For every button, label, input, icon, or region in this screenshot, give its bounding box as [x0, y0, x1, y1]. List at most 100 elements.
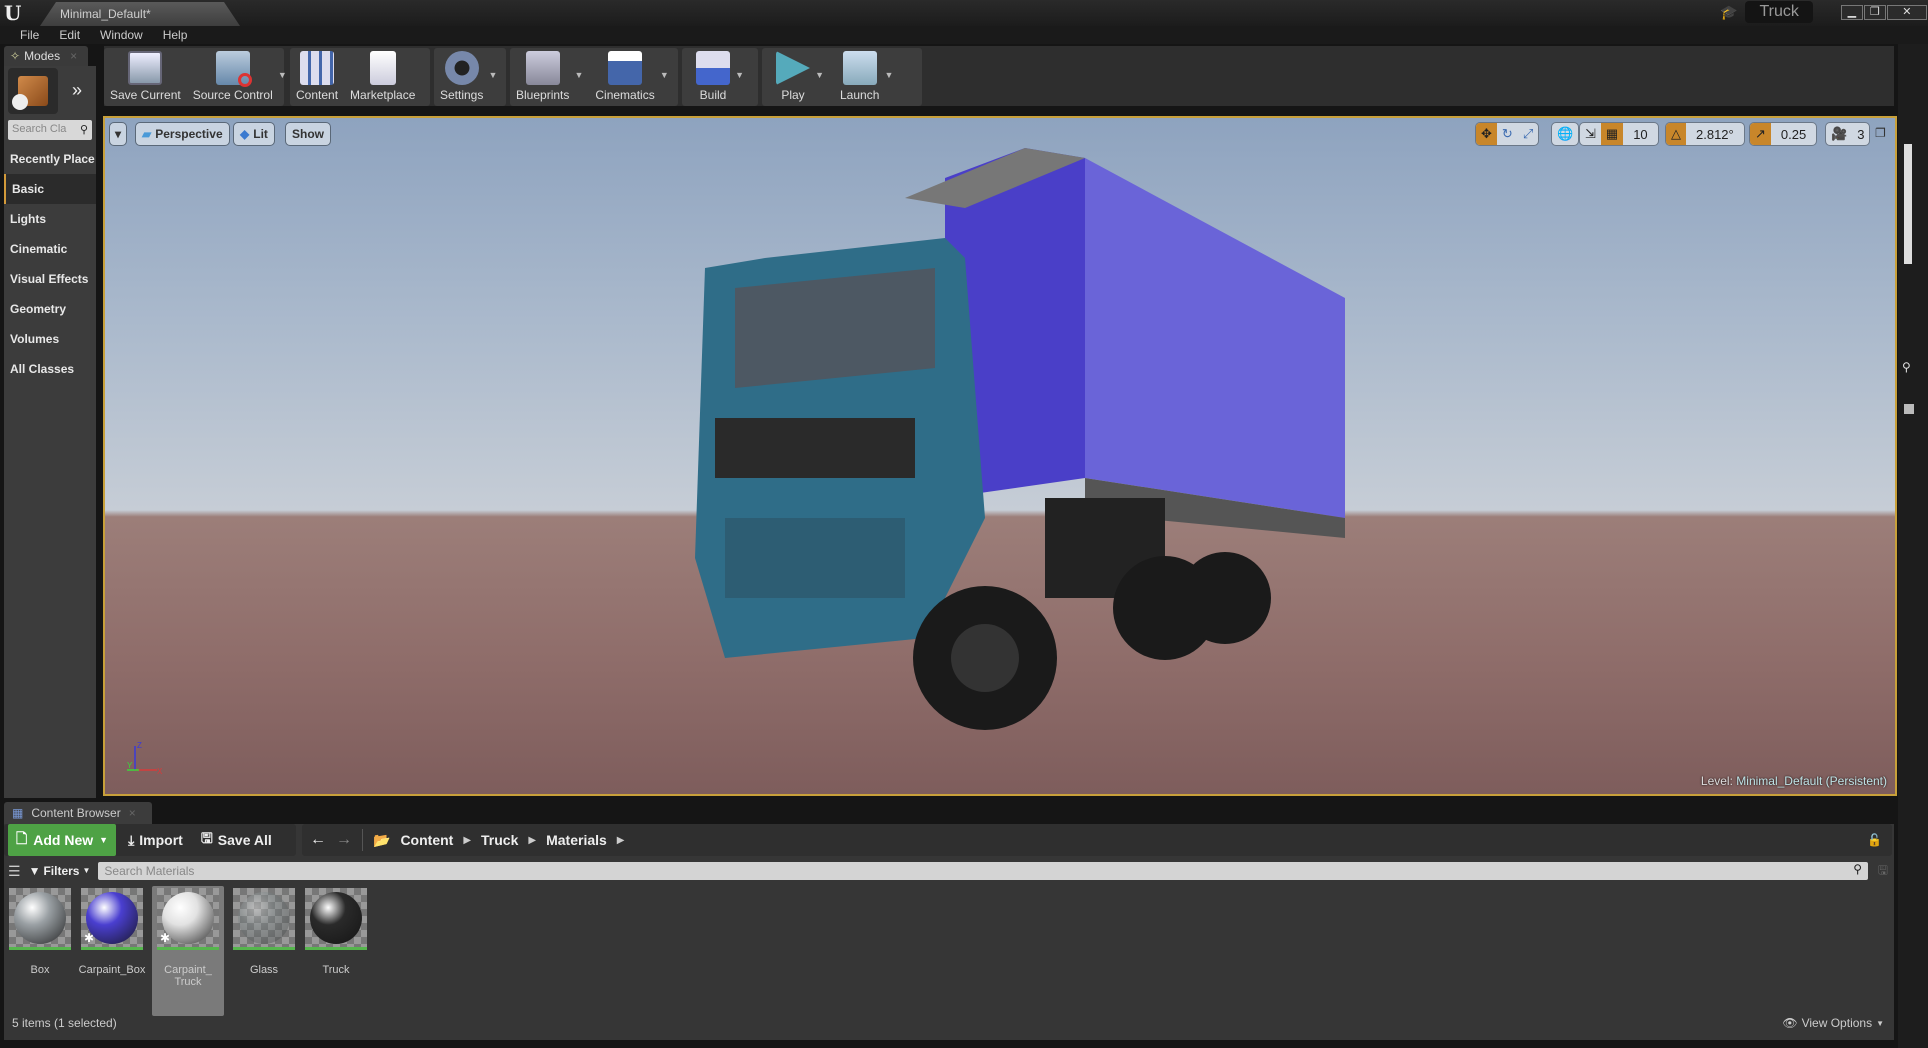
search-icon[interactable]: ⚲ [1902, 360, 1911, 374]
category-recently-placed[interactable]: Recently Place [4, 144, 96, 174]
path-navigation-bar: ← → 📂 Content ▶ Truck ▶ Materials ▶ 🔓 [302, 824, 1892, 856]
dropdown-arrow-icon[interactable]: ▼ [735, 70, 744, 80]
menu-help[interactable]: Help [153, 26, 198, 44]
menu-file[interactable]: File [10, 26, 49, 44]
place-mode-button[interactable] [8, 68, 58, 114]
add-new-label: Add New [33, 832, 94, 848]
show-label: Show [292, 127, 324, 141]
asset-tile[interactable]: Truck [304, 886, 368, 1016]
breadcrumb-separator-icon[interactable]: ▶ [528, 835, 536, 846]
button-label: Build [699, 88, 727, 102]
category-geometry[interactable]: Geometry [4, 294, 96, 324]
grid-snap-icon[interactable]: ▦ [1600, 123, 1624, 145]
rotation-snap-value[interactable]: 2.812° [1686, 123, 1744, 145]
forward-arrow-icon[interactable]: → [336, 831, 352, 849]
category-basic[interactable]: Basic [4, 174, 96, 204]
lock-icon[interactable]: 🔓 [1867, 833, 1882, 847]
scale-snap-value[interactable]: 0.25 [1771, 123, 1816, 145]
camera-speed-group[interactable]: 🎥 3 [1825, 122, 1871, 146]
camera-speed-icon: 🎥 [1831, 126, 1848, 141]
menu-edit[interactable]: Edit [49, 26, 90, 44]
build-button[interactable]: Build ▼ [682, 48, 744, 106]
breadcrumb-materials[interactable]: Materials [546, 832, 607, 848]
category-cinematic[interactable]: Cinematic [4, 234, 96, 264]
modes-tab[interactable]: ✧ Modes × [4, 46, 88, 66]
material-sphere-icon [14, 891, 66, 944]
save-all-label: Save All [217, 832, 272, 848]
viewport-options-button[interactable]: ▾ [109, 122, 128, 146]
category-volumes[interactable]: Volumes [4, 324, 96, 354]
blueprints-button[interactable]: Blueprints ▼ [510, 48, 583, 106]
search-icon: ⚲ [1853, 862, 1862, 876]
breadcrumb-content[interactable]: Content [400, 832, 453, 848]
save-current-button[interactable]: Save Current [104, 48, 187, 106]
divider [362, 829, 363, 851]
view-options-button[interactable]: 👁 View Options ▼ [1782, 1016, 1884, 1030]
dropdown-arrow-icon[interactable]: ▼ [574, 70, 583, 80]
show-button[interactable]: Show [285, 122, 331, 146]
filters-label: Filters [43, 864, 80, 878]
rotation-snap-icon[interactable]: △ [1666, 123, 1686, 145]
button-label: Marketplace [350, 88, 416, 102]
rotation-snap-group: △ 2.812° [1665, 122, 1745, 146]
unreal-logo: U [4, 1, 22, 25]
asset-tile[interactable]: Box [8, 886, 72, 1016]
filters-button[interactable]: ▼ Filters ▼ [29, 864, 91, 878]
filter-icon: ▼ [28, 864, 41, 878]
category-lights[interactable]: Lights [4, 204, 96, 234]
chevron-down-icon: ▼ [82, 866, 91, 875]
content-button[interactable]: Content [290, 48, 344, 106]
breadcrumb-truck[interactable]: Truck [481, 832, 518, 848]
search-classes-input[interactable]: Search Cla ⚲ [8, 120, 92, 140]
scale-snap-icon[interactable]: ↗ [1750, 123, 1771, 145]
play-button[interactable]: Play ▼ [762, 48, 824, 106]
close-button[interactable]: ✕ [1886, 4, 1927, 20]
dropdown-arrow-icon[interactable]: ▼ [488, 70, 497, 80]
truck-model[interactable] [665, 138, 1565, 778]
asset-tile[interactable]: Glass [232, 886, 296, 1016]
perspective-button[interactable]: ▰ Perspective [135, 122, 230, 146]
back-arrow-icon[interactable]: ← [310, 831, 326, 849]
checkbox[interactable] [1904, 404, 1914, 414]
category-visual-effects[interactable]: Visual Effects [4, 264, 96, 294]
search-materials-input[interactable]: Search Materials ⚲ [98, 862, 1868, 880]
grid-snap-value[interactable]: 10 [1623, 123, 1657, 145]
breadcrumb-separator-icon[interactable]: ▶ [463, 835, 471, 846]
surface-snap-icon[interactable]: ⇲ [1580, 123, 1601, 145]
document-tab[interactable]: Minimal_Default* [40, 2, 240, 26]
settings-button[interactable]: Settings ▼ [434, 48, 497, 106]
save-all-button[interactable]: 🖫 Save All [195, 824, 278, 856]
minimize-button[interactable]: ▁ [1840, 4, 1863, 20]
import-button[interactable]: ⤓ Import [122, 828, 189, 853]
marketplace-button[interactable]: Marketplace [344, 48, 421, 106]
scrollbar-thumb[interactable] [1904, 144, 1912, 264]
dropdown-arrow-icon[interactable]: ▼ [278, 70, 287, 80]
level-viewport[interactable]: ▾ ▰ Perspective ◆ Lit Show ✥ ↻ ⤢ 🌐 ⇲ ▦ 10 … [103, 116, 1897, 796]
expand-modes-icon[interactable]: » [72, 80, 82, 101]
sources-panel-toggle-icon[interactable]: ☰ [8, 863, 21, 880]
close-tab-icon[interactable]: × [70, 46, 77, 66]
content-browser-tab[interactable]: ▦ Content Browser × [4, 802, 152, 824]
asset-tile[interactable]: ✱ Carpaint_ Truck [152, 886, 224, 1016]
rear-wheel-2 [1179, 552, 1271, 644]
cinematics-button[interactable]: Cinematics ▼ [589, 48, 669, 106]
restore-button[interactable]: ❐ [1863, 4, 1886, 20]
blueprints-icon [525, 51, 560, 85]
save-search-icon[interactable]: 🖫 [1878, 861, 1888, 882]
folder-open-icon[interactable]: 📂 [373, 832, 390, 849]
maximize-viewport-icon[interactable]: ❐ [1875, 126, 1886, 140]
lit-button[interactable]: ◆ Lit [233, 122, 275, 146]
import-icon: ⤓ [128, 831, 135, 848]
launch-button[interactable]: Launch ▼ [834, 48, 893, 106]
breadcrumb-separator-icon[interactable]: ▶ [617, 835, 625, 846]
dropdown-arrow-icon[interactable]: ▼ [884, 70, 893, 80]
close-tab-icon[interactable]: × [129, 806, 136, 820]
asset-tile[interactable]: ✱ Carpaint_Box [79, 886, 145, 1016]
category-all-classes[interactable]: All Classes [4, 354, 96, 384]
add-new-button[interactable]: 🗋 Add New ▼ [8, 824, 117, 856]
windshield [735, 268, 935, 388]
dropdown-arrow-icon[interactable]: ▼ [660, 70, 669, 80]
dropdown-arrow-icon[interactable]: ▼ [815, 70, 824, 80]
source-control-button[interactable]: Source Control ▼ [187, 48, 287, 106]
menu-window[interactable]: Window [90, 26, 153, 44]
